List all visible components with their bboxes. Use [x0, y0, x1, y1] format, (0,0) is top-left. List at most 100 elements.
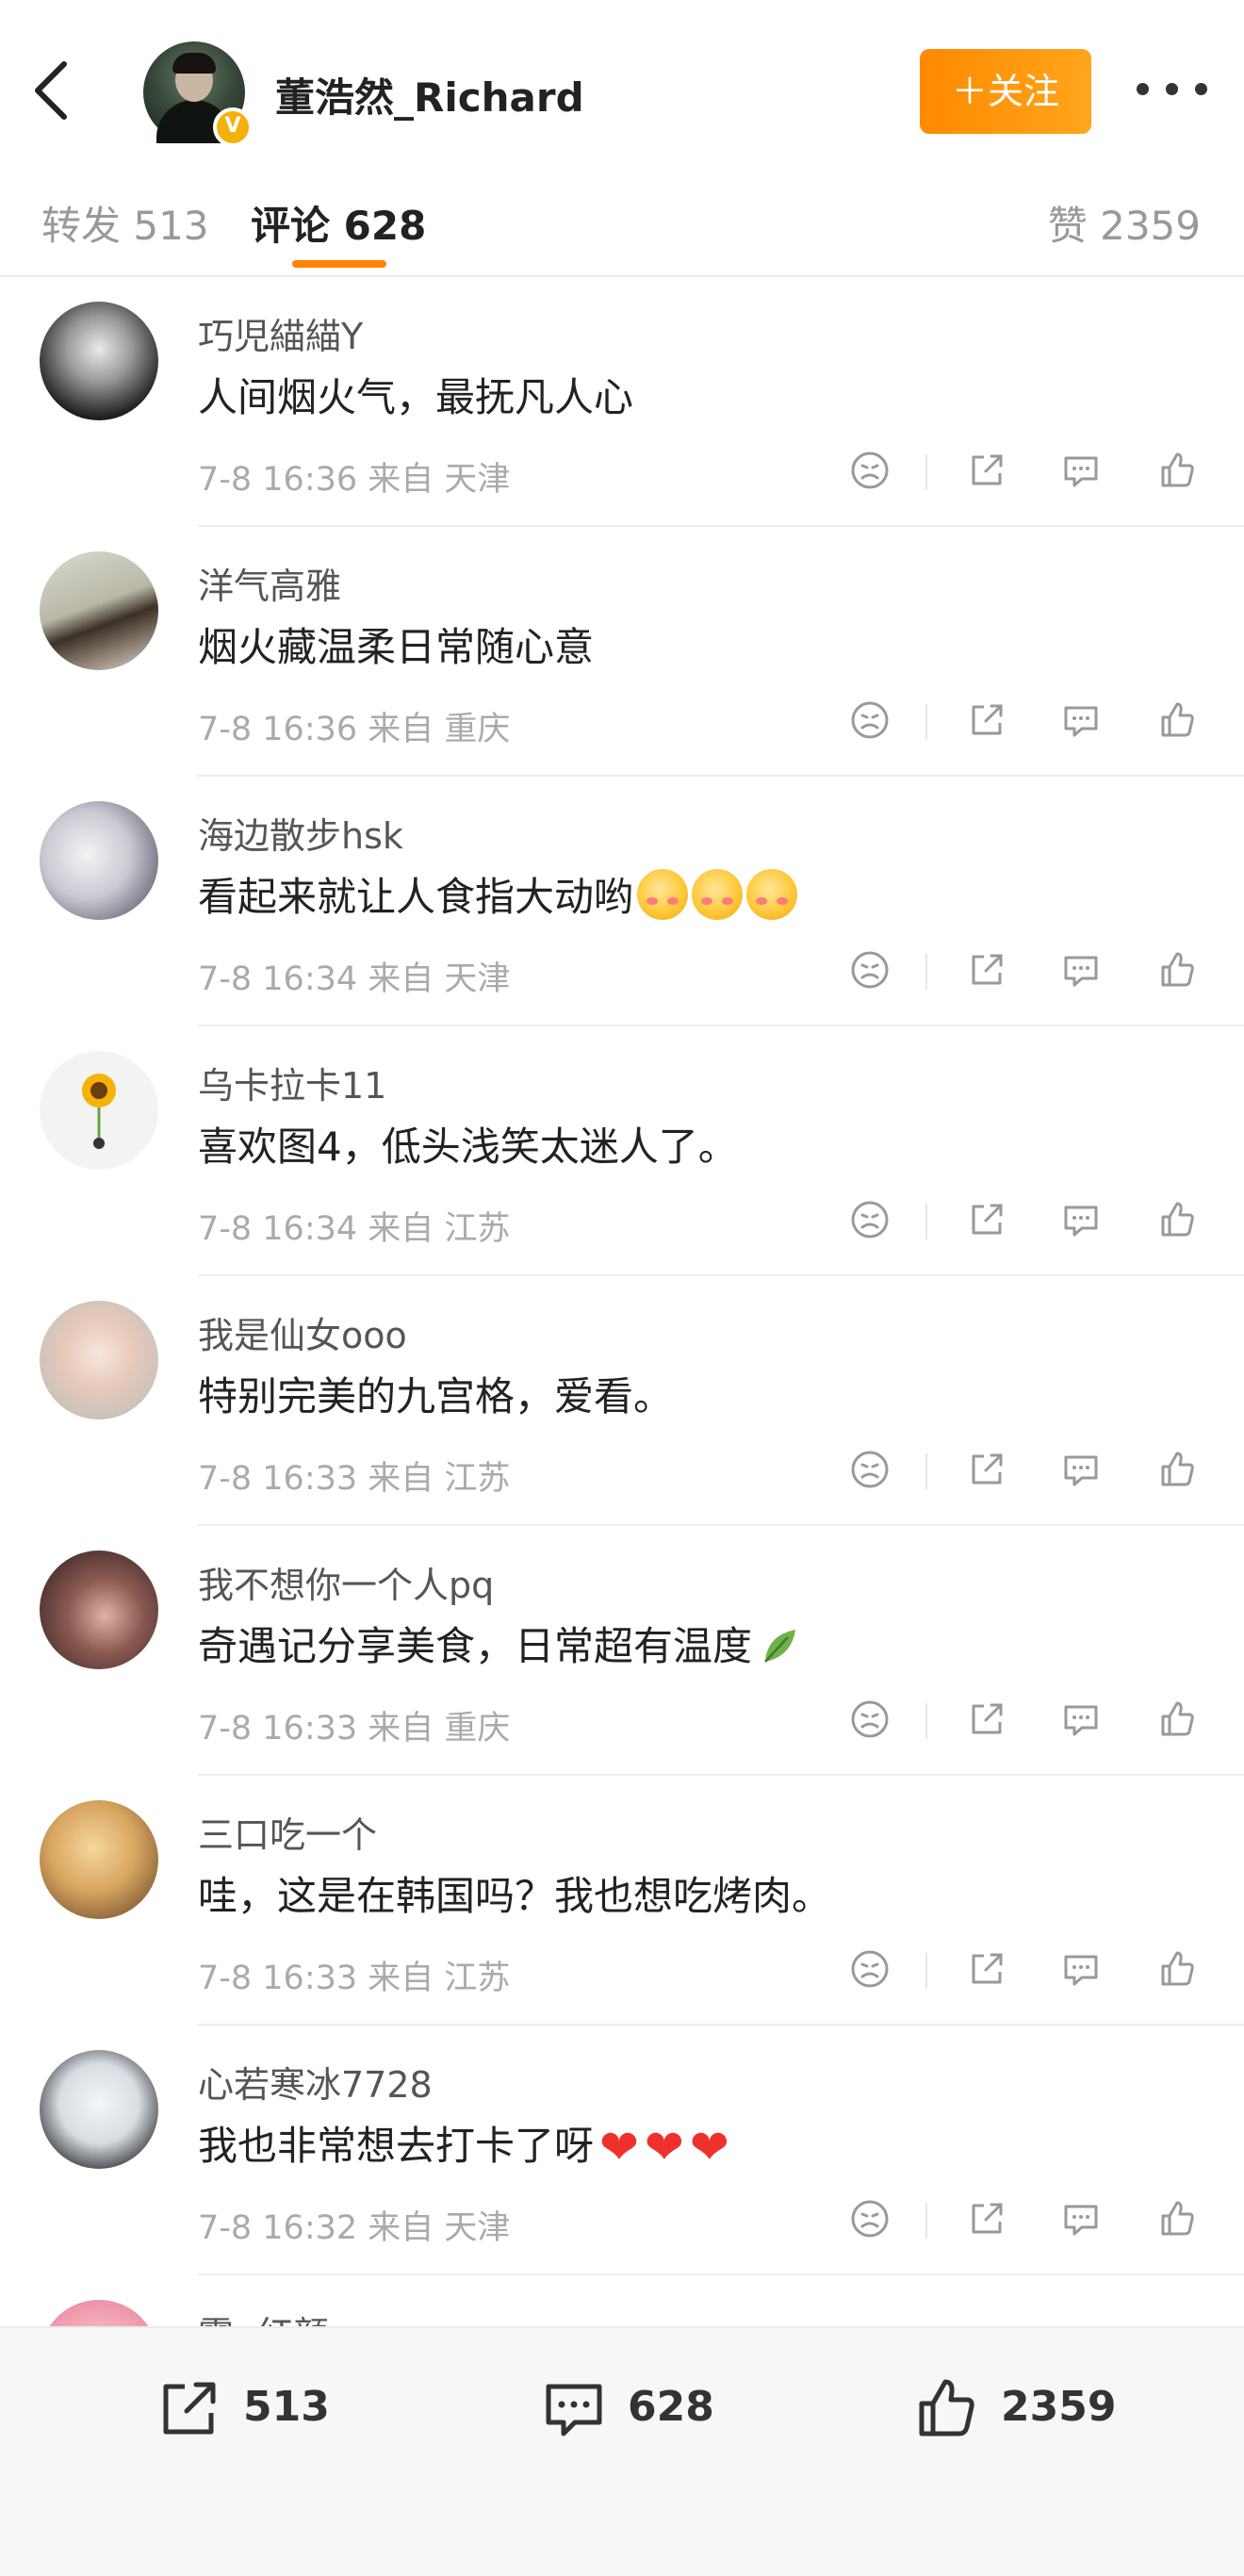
- reply-icon[interactable]: [1057, 1446, 1105, 1493]
- repost-count: 513: [243, 2383, 330, 2431]
- commenter-name[interactable]: 巧児緢緢Y: [198, 307, 363, 359]
- dislike-icon[interactable]: [846, 1196, 893, 1243]
- reply-icon[interactable]: [1057, 946, 1105, 993]
- share-icon[interactable]: [963, 697, 1010, 744]
- commenter-avatar[interactable]: [40, 801, 158, 920]
- like-icon[interactable]: [1154, 1446, 1201, 1493]
- comment-actions: [839, 2195, 1216, 2248]
- comment-text: 哇，这是在韩国吗？我也想吃烤肉。: [198, 1873, 832, 1919]
- commenter-name[interactable]: 心若寒冰7728: [198, 2056, 433, 2108]
- commenter-avatar[interactable]: [40, 1551, 158, 1669]
- comment-count: 628: [628, 2383, 714, 2431]
- tab-bar: 转发 513 评论 628 赞 2359: [0, 155, 1244, 277]
- comment-list: 巧児緢緢Y 人间烟火气，最抚凡人心 7-8 16:36 来自 天津 洋气高雅 烟…: [0, 277, 1244, 2326]
- comment-meta: 7-8 16:33 来自 江苏: [198, 1460, 511, 1498]
- reply-icon[interactable]: [1057, 1945, 1105, 1993]
- bottom-action-bar: 513 628 2359: [0, 2326, 1244, 2576]
- like-icon[interactable]: [1154, 697, 1201, 744]
- dislike-icon[interactable]: [846, 946, 893, 993]
- dislike-icon[interactable]: [846, 1945, 893, 1993]
- reply-icon[interactable]: [1057, 1696, 1105, 1743]
- commenter-name[interactable]: 三口吃一个: [198, 1806, 377, 1858]
- reply-icon[interactable]: [1057, 697, 1105, 744]
- comment-meta: 7-8 16:34 来自 江苏: [198, 1210, 511, 1248]
- comment-actions: [839, 1196, 1216, 1249]
- comment-actions: [839, 447, 1216, 500]
- verified-badge-icon: V: [213, 107, 253, 147]
- blush-emoji-icon: [692, 869, 744, 920]
- like-icon[interactable]: [1154, 1196, 1201, 1243]
- red-heart-icon: ❤: [689, 2120, 729, 2174]
- like-count: 2359: [1001, 2383, 1117, 2431]
- tab-comment[interactable]: 评论 628: [251, 194, 426, 252]
- action-divider: [925, 954, 927, 990]
- share-icon[interactable]: [963, 1945, 1010, 1993]
- commenter-avatar[interactable]: [40, 1051, 158, 1170]
- share-icon[interactable]: [963, 447, 1010, 494]
- comment-text: 喜欢图4，低头浅笑太迷人了。: [198, 1124, 738, 1170]
- commenter-name[interactable]: 霞α红颜: [198, 2305, 329, 2326]
- blush-emoji-icon: [637, 869, 689, 920]
- comment-text: 烟火藏温柔日常随心意: [198, 624, 595, 670]
- share-icon[interactable]: [963, 1196, 1010, 1243]
- action-divider: [925, 454, 927, 490]
- comment-meta: 7-8 16:33 来自 重庆: [198, 1710, 511, 1747]
- share-icon[interactable]: [963, 2195, 1010, 2242]
- comment-actions: [839, 1696, 1216, 1748]
- commenter-avatar[interactable]: [40, 551, 158, 670]
- reply-icon[interactable]: [1057, 2195, 1105, 2242]
- comment-text: 我也非常想去打卡了呀 ❤ ❤ ❤: [198, 2120, 729, 2174]
- commenter-name[interactable]: 洋气高雅: [198, 557, 341, 609]
- dislike-icon[interactable]: [846, 1696, 893, 1743]
- dislike-icon[interactable]: [846, 2195, 893, 2242]
- action-divider: [925, 2203, 927, 2239]
- tab-repost[interactable]: 转发 513: [41, 194, 209, 252]
- action-divider: [925, 1453, 927, 1489]
- follow-button[interactable]: ＋关注: [920, 49, 1091, 134]
- dislike-icon[interactable]: [846, 1446, 893, 1493]
- comment-item: 霞α红颜: [0, 2275, 1244, 2326]
- comment-item: 三口吃一个 哇，这是在韩国吗？我也想吃烤肉。 7-8 16:33 来自 江苏: [0, 1776, 1244, 2026]
- commenter-name[interactable]: 海边散步hsk: [198, 807, 403, 859]
- commenter-avatar[interactable]: [40, 1301, 158, 1419]
- dislike-icon[interactable]: [846, 447, 893, 494]
- back-button[interactable]: [26, 57, 79, 124]
- comment-actions: [839, 946, 1216, 999]
- red-heart-icon: ❤: [644, 2120, 684, 2174]
- like-icon[interactable]: [1154, 946, 1201, 993]
- like-icon[interactable]: [1154, 1945, 1201, 1993]
- commenter-avatar[interactable]: [40, 302, 158, 420]
- commenter-avatar[interactable]: [40, 2050, 158, 2169]
- comment-item: 我是仙女ooo 特别完美的九宫格，爱看。 7-8 16:33 来自 江苏: [0, 1276, 1244, 1526]
- more-dots-icon[interactable]: [1137, 75, 1208, 104]
- comment-meta: 7-8 16:36 来自 天津: [198, 461, 511, 499]
- commenter-name[interactable]: 我不想你一个人pq: [198, 1556, 494, 1608]
- like-icon[interactable]: [1154, 1696, 1201, 1743]
- comment-meta: 7-8 16:32 来自 天津: [198, 2209, 511, 2247]
- comment-item: 乌卡拉卡11 喜欢图4，低头浅笑太迷人了。 7-8 16:34 来自 江苏: [0, 1026, 1244, 1276]
- tab-like[interactable]: 赞 2359: [1048, 194, 1201, 252]
- reply-icon[interactable]: [1057, 1196, 1105, 1243]
- like-icon[interactable]: [1154, 447, 1201, 494]
- comment-text: 人间烟火气，最抚凡人心: [198, 374, 634, 420]
- commenter-name[interactable]: 乌卡拉卡11: [198, 1057, 386, 1108]
- comment-actions: [839, 1945, 1216, 1998]
- comment-icon: [546, 2384, 602, 2437]
- share-icon[interactable]: [963, 1696, 1010, 1743]
- commenter-avatar[interactable]: [40, 2300, 158, 2326]
- comment-meta: 7-8 16:33 来自 江苏: [198, 1960, 511, 1997]
- share-icon: [163, 2382, 216, 2435]
- top-nav-bar: V 董浩然_Richard ＋关注: [0, 0, 1244, 156]
- commenter-name[interactable]: 我是仙女ooo: [198, 1306, 407, 1358]
- reply-icon[interactable]: [1057, 447, 1105, 494]
- author-name[interactable]: 董浩然_Richard: [275, 66, 584, 123]
- commenter-avatar[interactable]: [40, 1800, 158, 1919]
- comment-text: 看起来就让人食指大动哟: [198, 865, 798, 923]
- share-icon[interactable]: [963, 1446, 1010, 1493]
- like-icon[interactable]: [1154, 2195, 1201, 2242]
- comment-item: 洋气高雅 烟火藏温柔日常随心意 7-8 16:36 来自 重庆: [0, 527, 1244, 777]
- red-heart-icon: ❤: [599, 2120, 639, 2174]
- dislike-icon[interactable]: [846, 697, 893, 744]
- share-icon[interactable]: [963, 946, 1010, 993]
- comment-text: 奇遇记分享美食，日常超有温度: [198, 1615, 801, 1672]
